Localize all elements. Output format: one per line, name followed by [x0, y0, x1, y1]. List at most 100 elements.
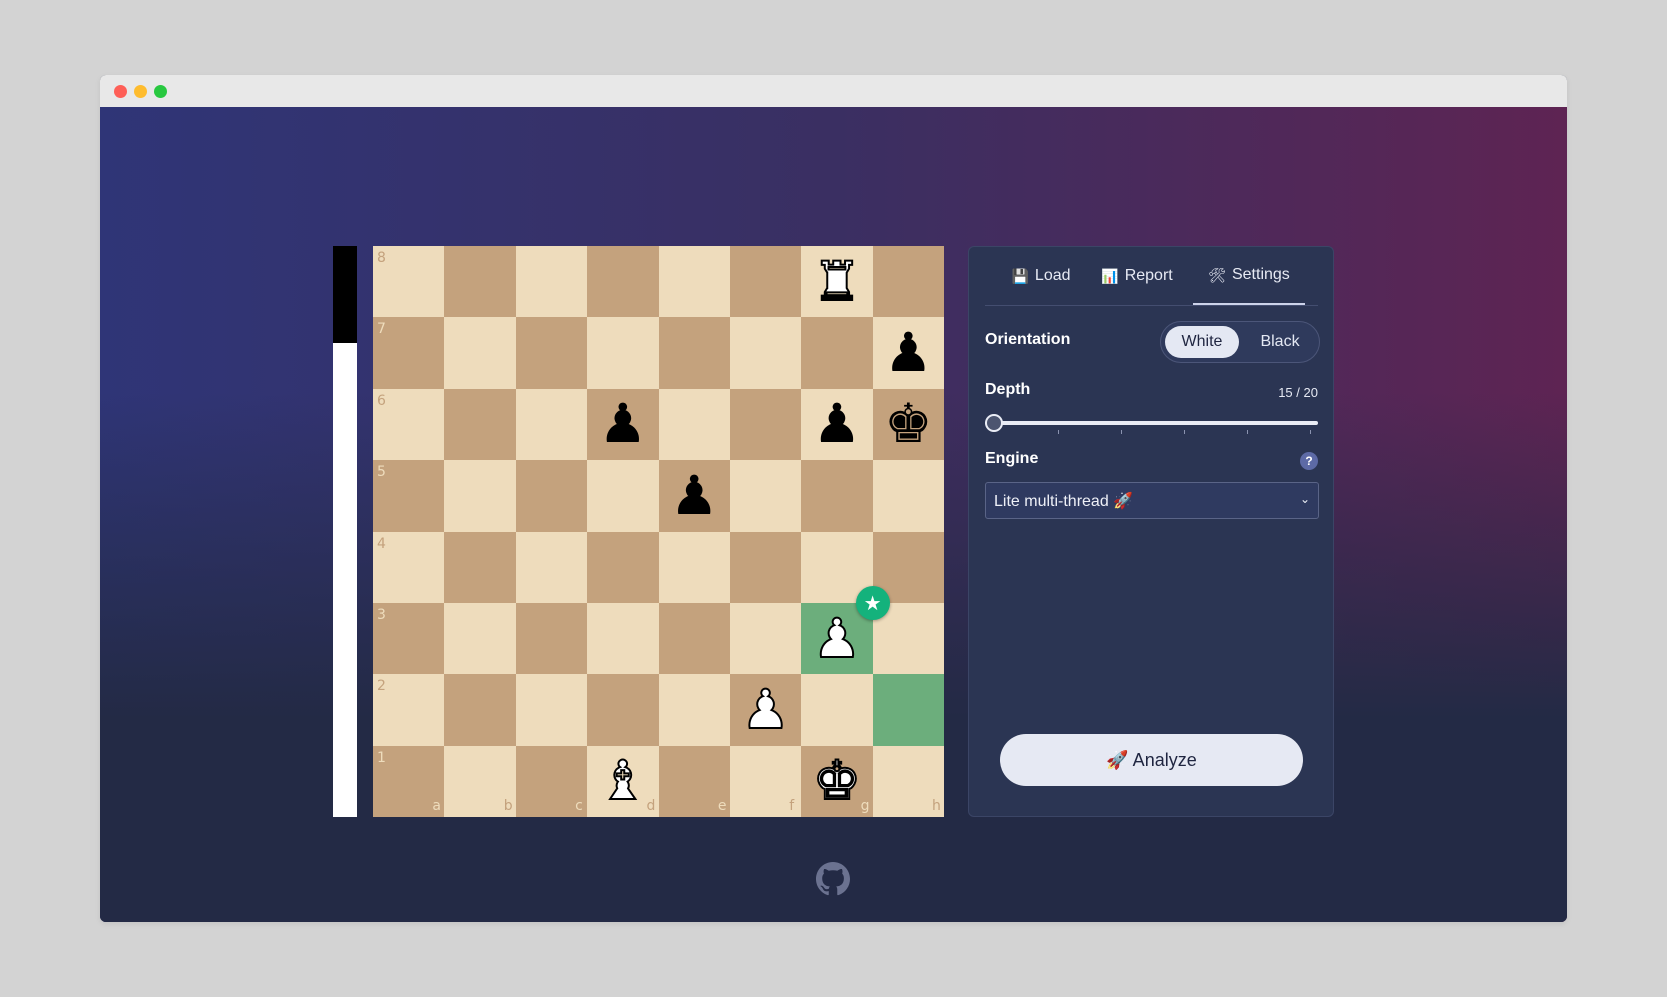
- github-icon[interactable]: [816, 862, 850, 896]
- board-square-g2[interactable]: [801, 674, 873, 746]
- board-square-d5[interactable]: [587, 460, 659, 532]
- white-rook-piece[interactable]: ♜: [801, 246, 872, 317]
- board-square-c4[interactable]: [515, 531, 588, 603]
- tab-report[interactable]: 📊 Report: [1095, 247, 1179, 305]
- board-square-c5[interactable]: [515, 460, 588, 532]
- board-square-h2[interactable]: [872, 674, 944, 746]
- orientation-toggle: White Black: [1160, 321, 1320, 363]
- star-icon: ★: [855, 585, 890, 620]
- board-square-a4[interactable]: [373, 531, 445, 603]
- depth-slider-thumb[interactable]: [985, 414, 1003, 432]
- depth-slider-tick: [1247, 430, 1248, 434]
- board-square-d4[interactable]: [587, 531, 659, 603]
- depth-current-value: 15: [1278, 385, 1293, 400]
- board-square-h8[interactable]: [872, 246, 944, 318]
- board-square-d8[interactable]: [587, 246, 659, 318]
- board-square-b2[interactable]: [444, 674, 516, 746]
- analyze-button[interactable]: 🚀 Analyze: [1000, 734, 1303, 786]
- tools-icon: 🛠: [1208, 266, 1226, 283]
- tab-report-label: Report: [1124, 267, 1173, 284]
- board-square-e3[interactable]: [658, 602, 730, 675]
- depth-separator: /: [1296, 385, 1300, 400]
- board-square-f3[interactable]: [729, 602, 802, 675]
- white-pawn-piece[interactable]: ♟: [730, 674, 801, 745]
- board-square-c3[interactable]: [515, 602, 588, 675]
- board-square-b8[interactable]: [444, 246, 516, 318]
- app-content: 8 7 6 5 4 3 2 1 a b c d e f g h ♜ ♟ ♟ ♟ ♚ ♟ ♟ ♟ ♝ ♚ ★ 💾 Load 📊 Rep…: [100, 107, 1567, 922]
- board-square-a6[interactable]: [373, 388, 445, 461]
- board-square-f8[interactable]: [729, 246, 802, 318]
- engine-help-icon[interactable]: ?: [1300, 452, 1318, 470]
- orientation-black-button[interactable]: Black: [1243, 326, 1317, 358]
- bar-chart-icon: 📊: [1101, 267, 1119, 284]
- depth-max-value: 20: [1303, 385, 1318, 400]
- tab-settings[interactable]: 🛠 Settings: [1193, 247, 1305, 305]
- board-square-f6[interactable]: [729, 388, 802, 461]
- board-square-f5[interactable]: [729, 460, 802, 532]
- chess-board[interactable]: 8 7 6 5 4 3 2 1 a b c d e f g h ♜ ♟ ♟ ♟ ♚ ♟ ♟ ♟ ♝ ♚ ★: [373, 246, 944, 817]
- depth-slider-tick: [1310, 430, 1311, 434]
- black-pawn-piece[interactable]: ♟: [873, 317, 944, 388]
- board-square-c1[interactable]: [515, 745, 588, 817]
- board-square-b6[interactable]: [444, 388, 516, 461]
- board-square-e6[interactable]: [658, 388, 730, 461]
- orientation-label: Orientation: [985, 331, 1071, 348]
- tab-load[interactable]: 💾 Load: [1003, 247, 1079, 305]
- board-square-f4[interactable]: [729, 531, 802, 603]
- board-square-a3[interactable]: [373, 602, 445, 675]
- board-square-b4[interactable]: [444, 531, 516, 603]
- board-square-a5[interactable]: [373, 460, 445, 532]
- black-pawn-piece[interactable]: ♟: [801, 389, 872, 460]
- depth-value-readout: 15 / 20: [1278, 385, 1318, 400]
- board-square-e1[interactable]: [658, 745, 730, 817]
- board-square-b7[interactable]: [444, 317, 516, 389]
- board-square-f1[interactable]: [729, 745, 802, 817]
- depth-slider-tick: [1121, 430, 1122, 434]
- board-square-b5[interactable]: [444, 460, 516, 532]
- board-square-b1[interactable]: [444, 745, 516, 817]
- close-window-button[interactable]: [114, 85, 127, 98]
- board-square-e8[interactable]: [658, 246, 730, 318]
- board-square-a2[interactable]: [373, 674, 445, 746]
- board-square-g5[interactable]: [801, 460, 873, 532]
- board-square-d2[interactable]: [587, 674, 659, 746]
- orientation-white-button[interactable]: White: [1165, 326, 1239, 358]
- depth-slider-tick: [1184, 430, 1185, 434]
- panel-tabs: 💾 Load 📊 Report 🛠 Settings: [985, 247, 1318, 306]
- board-square-a8[interactable]: [373, 246, 445, 318]
- tab-load-label: Load: [1034, 267, 1071, 284]
- tab-settings-label: Settings: [1231, 266, 1290, 283]
- engine-select[interactable]: Lite multi-thread 🚀 ⌄: [985, 482, 1319, 519]
- board-square-c6[interactable]: [515, 388, 588, 461]
- board-square-h1[interactable]: [872, 745, 944, 817]
- black-king-piece[interactable]: ♚: [873, 389, 944, 460]
- browser-window: 8 7 6 5 4 3 2 1 a b c d e f g h ♜ ♟ ♟ ♟ ♚ ♟ ♟ ♟ ♝ ♚ ★ 💾 Load 📊 Rep…: [100, 75, 1567, 922]
- evaluation-bar: [333, 246, 357, 817]
- board-square-a7[interactable]: [373, 317, 445, 389]
- board-square-d7[interactable]: [587, 317, 659, 389]
- black-pawn-piece[interactable]: ♟: [659, 460, 730, 531]
- board-square-a1[interactable]: [373, 745, 445, 817]
- board-square-g7[interactable]: [801, 317, 873, 389]
- side-panel: 💾 Load 📊 Report 🛠 Settings Orientation W…: [968, 246, 1334, 817]
- board-square-h5[interactable]: [872, 460, 944, 532]
- chevron-down-icon: ⌄: [1299, 492, 1310, 506]
- board-square-e7[interactable]: [658, 317, 730, 389]
- white-king-piece[interactable]: ♚: [801, 746, 872, 817]
- black-pawn-piece[interactable]: ♟: [587, 389, 658, 460]
- board-square-b3[interactable]: [444, 602, 516, 675]
- depth-slider-track[interactable]: [985, 421, 1318, 425]
- white-bishop-piece[interactable]: ♝: [587, 746, 658, 817]
- minimize-window-button[interactable]: [134, 85, 147, 98]
- board-square-e4[interactable]: [658, 531, 730, 603]
- board-square-c7[interactable]: [515, 317, 588, 389]
- board-square-c8[interactable]: [515, 246, 588, 318]
- evaluation-bar-black-portion: [333, 246, 357, 344]
- maximize-window-button[interactable]: [154, 85, 167, 98]
- title-bar: [100, 75, 1567, 108]
- board-square-e2[interactable]: [658, 674, 730, 746]
- board-square-c2[interactable]: [515, 674, 588, 746]
- depth-slider-tick: [1058, 430, 1059, 434]
- board-square-d3[interactable]: [587, 602, 659, 675]
- board-square-f7[interactable]: [729, 317, 802, 389]
